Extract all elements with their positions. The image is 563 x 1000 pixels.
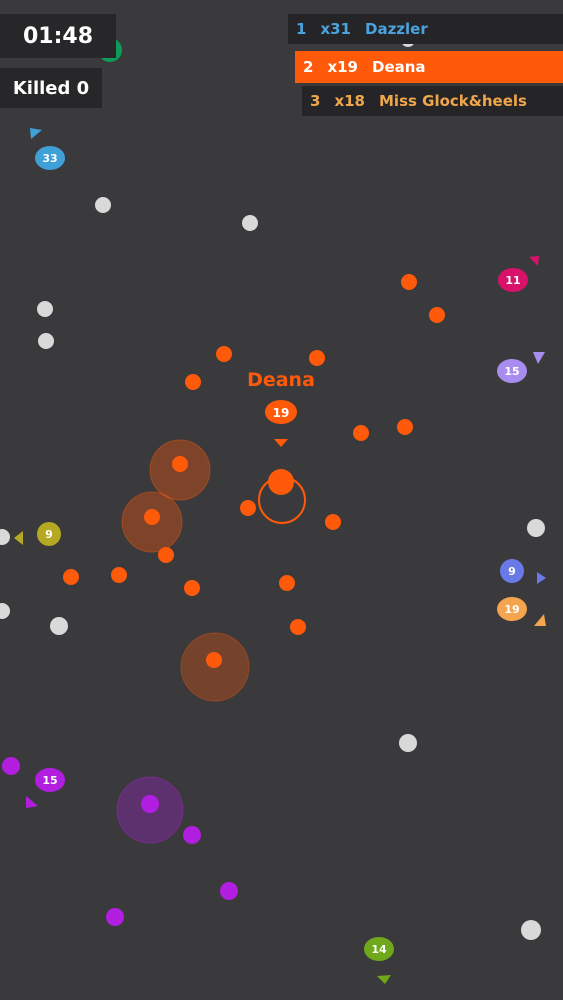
game-arena[interactable]: Deana 19 9 33 11 [0, 0, 563, 1000]
follower-dot [240, 500, 256, 516]
direction-arrow-icon [537, 572, 546, 584]
direction-arrow-icon [534, 614, 546, 626]
match-timer: 01:48 [0, 14, 116, 58]
follower-dot [206, 652, 222, 668]
follower-dot [279, 575, 295, 591]
follower-dot [309, 350, 325, 366]
leaderboard-name: Dazzler [365, 20, 428, 38]
follower-dot [111, 567, 127, 583]
neutral-dot [38, 333, 54, 349]
enemy-dot [141, 795, 159, 813]
leaderboard-rank: 1 [296, 20, 307, 38]
follower-dot [63, 569, 79, 585]
offscreen-badge: 9 [500, 559, 546, 584]
neutral-dot [50, 617, 68, 635]
leaderboard-name: Miss Glock&heels [379, 92, 527, 110]
direction-arrow-icon [533, 352, 545, 364]
follower-dot [172, 456, 188, 472]
direction-arrow-icon [377, 975, 391, 984]
neutral-dot [242, 215, 258, 231]
offscreen-badge: 14 [364, 937, 394, 984]
follower-dot [429, 307, 445, 323]
follower-dot [325, 514, 341, 530]
offscreen-badge: 15 [26, 768, 65, 808]
follower-dot [185, 374, 201, 390]
direction-arrow-icon [14, 531, 23, 545]
orange-halos [121, 439, 250, 702]
direction-arrow-icon [274, 439, 288, 447]
neutral-dot [37, 301, 53, 317]
offscreen-player-badges: 9 33 11 15 9 9 19 [14, 17, 546, 984]
follower-dot [216, 346, 232, 362]
neutral-dot [527, 519, 545, 537]
follower-dot [290, 619, 306, 635]
player-head [268, 469, 294, 495]
offscreen-badge: 15 [497, 352, 545, 383]
neutral-dot [399, 734, 417, 752]
follower-dot [184, 580, 200, 596]
follower-dot [401, 274, 417, 290]
follower-dot [158, 547, 174, 563]
leaderboard-count: x18 [334, 92, 365, 110]
offscreen-badge: 9 [14, 522, 61, 546]
offscreen-count: 14 [371, 943, 387, 956]
offscreen-badge: 33 [30, 128, 65, 170]
offscreen-count: 33 [42, 152, 57, 165]
neutral-dot [0, 603, 10, 619]
player-name: Deana [247, 369, 315, 391]
follower-dot [144, 509, 160, 525]
offscreen-count: 15 [42, 774, 57, 787]
follower-dot [397, 419, 413, 435]
leaderboard-count: x31 [320, 20, 351, 38]
direction-arrow-icon [26, 796, 38, 808]
leaderboard-rank: 3 [310, 92, 321, 110]
leaderboard-row: 3 x18 Miss Glock&heels [302, 86, 563, 116]
offscreen-count: 9 [45, 528, 53, 541]
offscreen-count: 9 [508, 565, 516, 578]
enemy-dot [2, 757, 20, 775]
offscreen-count: 15 [504, 365, 519, 378]
enemy-dot [106, 908, 124, 926]
follower-dot [353, 425, 369, 441]
kill-counter: Killed 0 [0, 68, 102, 108]
leaderboard-count: x19 [327, 58, 358, 76]
neutral-dot [0, 529, 10, 545]
neutral-dot [95, 197, 111, 213]
offscreen-badge: 11 [498, 256, 539, 292]
enemy-dot [183, 826, 201, 844]
orange-followers [63, 274, 445, 668]
offscreen-count: 11 [505, 274, 520, 287]
neutral-dot [521, 920, 541, 940]
player-count: 19 [273, 406, 290, 420]
enemy-dot [220, 882, 238, 900]
leaderboard-rank: 2 [303, 58, 314, 76]
offscreen-badge: 19 [497, 597, 546, 626]
leaderboard-row: 1 x31 Dazzler [288, 14, 563, 44]
direction-arrow-icon [529, 256, 539, 266]
leaderboard-row-highlighted: 2 x19 Deana [295, 51, 563, 83]
offscreen-count: 19 [504, 603, 519, 616]
direction-arrow-icon [30, 128, 42, 139]
leaderboard-name: Deana [372, 58, 426, 76]
player: Deana 19 [247, 369, 315, 524]
